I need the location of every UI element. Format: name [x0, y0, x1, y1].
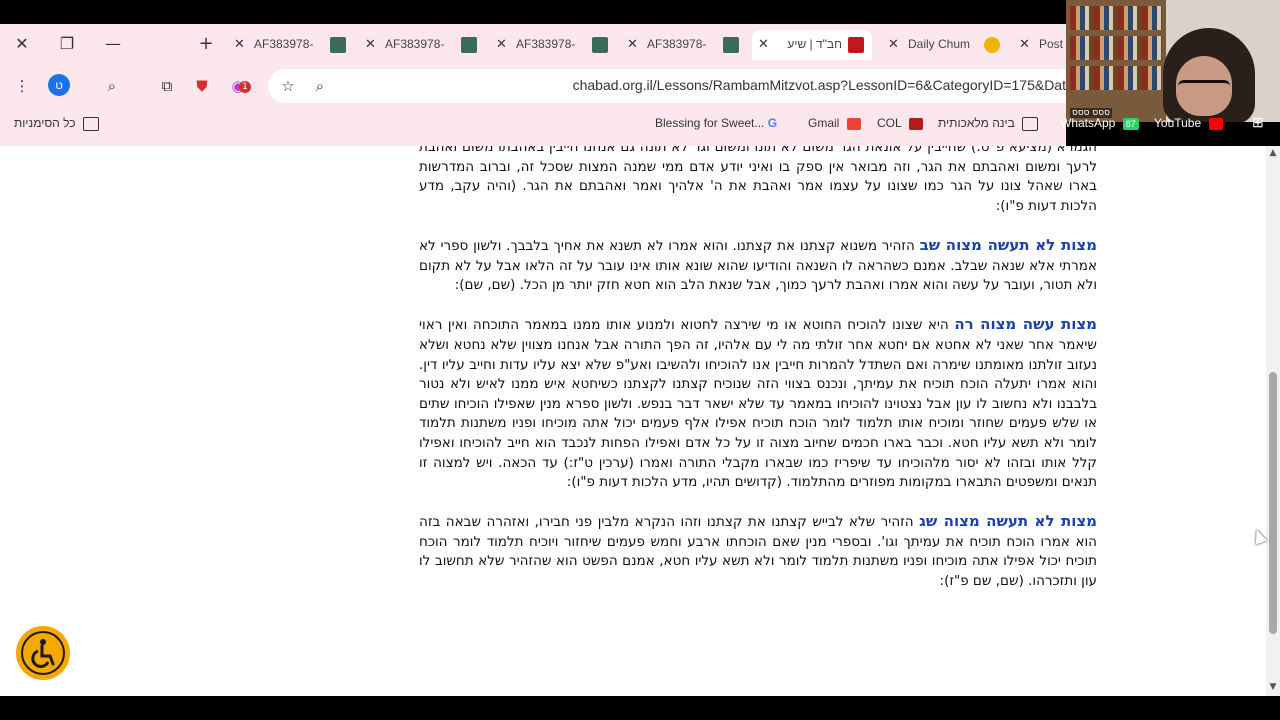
bookmark-whatsapp[interactable]: WhatsApp 87 [1060, 116, 1139, 130]
book-favicon-icon [592, 37, 608, 53]
bookmark-youtube[interactable]: YouTube [1154, 116, 1223, 130]
bookmarks-bar-overflow: WhatsApp 87 YouTube ⊞ [1060, 108, 1280, 140]
profile-avatar[interactable]: ט [48, 74, 70, 96]
extension-badge: 1 [239, 81, 251, 93]
extension-icon[interactable]: ◉ 1 [226, 74, 251, 98]
bookmark-col[interactable]: COL [877, 116, 923, 130]
all-bookmarks-button[interactable]: כל הסימניות [14, 116, 99, 131]
article-paragraph: הגמרא (מציעא פ"ט:) שחייבין על אונאת הגר … [419, 146, 1097, 214]
flame-favicon-icon [984, 37, 1000, 53]
browser-toolbar: ⋮ ט ⌕ ⧉ ⛊ ◉ 1 ☆ ⌕ chabad.org.il/Lessons/R… [0, 64, 1066, 108]
section-body: היא שצונו להוכיח החוטא או מי שירצה לחטוא… [419, 317, 1097, 491]
zoom-icon[interactable]: ⌕ [308, 74, 332, 98]
book-favicon-icon [461, 37, 477, 53]
tab-close-icon[interactable]: ✕ [234, 37, 245, 52]
tab-title: AF383978- [516, 37, 576, 51]
web-page: הגמרא (מציעא פ"ט:) שחייבין על אונאת הגר … [0, 146, 1266, 696]
book-favicon-icon [723, 37, 739, 53]
wheelchair-icon [21, 631, 65, 675]
extensions-icon[interactable]: ⧉ [155, 74, 179, 98]
article-section: מצות לא תעשה מצוה שב הזהיר משנוא קצתנו א… [419, 236, 1097, 296]
tab-3[interactable]: ✕ AF383978- [490, 30, 616, 60]
menu-dots-icon[interactable]: ⋮ [10, 74, 34, 98]
accessibility-button[interactable] [16, 626, 70, 680]
scroll-thumb[interactable] [1269, 372, 1277, 634]
folder-icon [1022, 116, 1039, 131]
scroll-down-icon[interactable]: ▼ [1266, 682, 1280, 694]
tab-search-icon[interactable]: ⌕ [100, 74, 124, 98]
tab-close-icon[interactable]: ✕ [758, 37, 769, 52]
all-bookmarks-label: כל הסימניות [14, 116, 76, 130]
tab-title: Daily Chum [908, 37, 971, 51]
book-favicon-icon [330, 37, 346, 53]
video-call-overlay: ססס ססס [1066, 0, 1280, 122]
section-heading: מצות עשה מצוה רה [954, 315, 1097, 334]
apps-grid-icon[interactable]: ⊞ [1252, 114, 1264, 131]
bottom-black-bar [0, 696, 1280, 720]
tab-2[interactable]: ✕ AF383978- [359, 30, 485, 60]
tab-active[interactable]: ✕ חב"ד | שיע [752, 30, 872, 60]
rambam-article: הגמרא (מציעא פ"ט:) שחייבין על אונאת הגר … [419, 146, 1097, 611]
tab-title: AF383978- [647, 37, 707, 51]
section-heading: מצות לא תעשה מצוה שב [919, 235, 1098, 254]
shield-extension-icon[interactable]: ⛊ [190, 74, 214, 98]
bookmarks-bar: כל הסימניות Blessing for Sweet... G Gmai… [0, 108, 1066, 140]
section-heading: מצות לא תעשה מצוה שג [919, 512, 1097, 531]
folder-icon [82, 116, 99, 131]
tab-strip: ✕ ❐ — + ✕ AF383978- ✕ AF383978- ✕ AF3839… [0, 24, 1066, 64]
google-icon: G [767, 116, 778, 130]
youtube-icon [1208, 117, 1223, 130]
scroll-up-icon[interactable]: ▲ [1266, 148, 1280, 160]
chabad-favicon-icon [848, 37, 864, 53]
tab-6[interactable]: ✕ Daily Chum [882, 30, 1008, 60]
bookmark-star-icon[interactable]: ☆ [276, 74, 300, 98]
tab-close-icon[interactable]: ✕ [888, 37, 899, 52]
restore-window-icon[interactable]: ❐ [55, 32, 79, 56]
article-section: מצות עשה מצוה רה היא שצונו להוכיח החוטא … [419, 315, 1097, 492]
tab-1[interactable]: ✕ AF383978- [228, 30, 354, 60]
url-text: chabad.org.il/Lessons/RambamMitzvot.asp?… [572, 77, 1066, 93]
tab-4[interactable]: ✕ AF383978- [621, 30, 747, 60]
article-section: מצות לא תעשה מצוה שג הזהיר שלא לבייש קצת… [419, 512, 1097, 591]
tab-title: חב"ד | שיע [787, 37, 842, 51]
page-scrollbar[interactable]: ▲ ▼ [1266, 146, 1280, 696]
close-window-icon[interactable]: ✕ [10, 32, 34, 56]
bookmark-gmail[interactable]: Gmail [808, 116, 861, 130]
bookmark-ai-folder[interactable]: בינה מלאכותית [938, 116, 1039, 131]
tab-title: AF383978- [385, 37, 445, 51]
tab-close-icon[interactable]: ✕ [496, 37, 507, 52]
tab-close-icon[interactable]: ✕ [627, 37, 638, 52]
gmail-icon [846, 117, 861, 130]
tab-7[interactable]: ✕ Post [1013, 30, 1066, 60]
col-icon [908, 117, 923, 130]
whatsapp-badge: 87 [1122, 117, 1139, 130]
address-bar[interactable]: ☆ ⌕ chabad.org.il/Lessons/RambamMitzvot.… [268, 69, 1066, 103]
glasses [1178, 80, 1230, 95]
tab-title: Post [1039, 37, 1064, 51]
bookmark-blessing[interactable]: Blessing for Sweet... G [655, 116, 777, 130]
new-tab-icon[interactable]: + [194, 32, 218, 56]
tab-close-icon[interactable]: ✕ [1019, 37, 1030, 52]
minimize-window-icon[interactable]: — [101, 32, 125, 56]
tab-title: AF383978- [254, 37, 314, 51]
tab-close-icon[interactable]: ✕ [365, 37, 376, 52]
